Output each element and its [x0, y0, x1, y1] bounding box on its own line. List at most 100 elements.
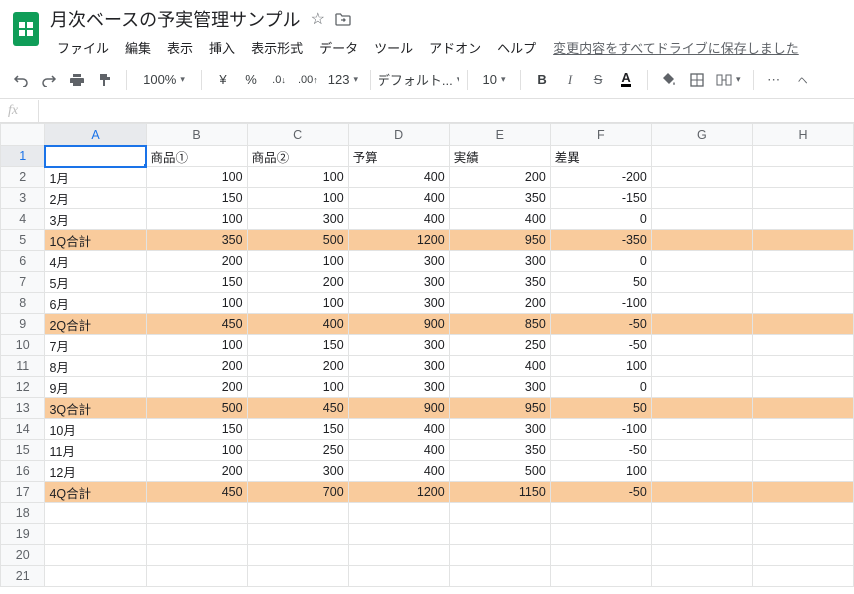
cell-C1[interactable]: 商品② — [247, 146, 348, 167]
cell-B5[interactable]: 350 — [146, 230, 247, 251]
cell-A1[interactable] — [45, 146, 146, 167]
row-header[interactable]: 21 — [1, 566, 45, 587]
cell-A21[interactable] — [45, 566, 146, 587]
collapse-toolbar-icon[interactable]: ヘ — [790, 67, 816, 93]
col-header-E[interactable]: E — [449, 124, 550, 146]
decrease-decimal[interactable]: .0↓ — [266, 67, 292, 93]
menu-addons[interactable]: アドオン — [422, 34, 488, 61]
cell-F13[interactable]: 50 — [550, 398, 651, 419]
cell-B11[interactable]: 200 — [146, 356, 247, 377]
cell-D10[interactable]: 300 — [348, 335, 449, 356]
cell-F14[interactable]: -100 — [550, 419, 651, 440]
cell-B13[interactable]: 500 — [146, 398, 247, 419]
cell-B15[interactable]: 100 — [146, 440, 247, 461]
cell-C16[interactable]: 300 — [247, 461, 348, 482]
cell-G20[interactable] — [651, 545, 752, 566]
cell-D16[interactable]: 400 — [348, 461, 449, 482]
col-header-B[interactable]: B — [146, 124, 247, 146]
cell-A10[interactable]: 7月 — [45, 335, 146, 356]
cell-G17[interactable] — [651, 482, 752, 503]
cell-E5[interactable]: 950 — [449, 230, 550, 251]
cell-G14[interactable] — [651, 419, 752, 440]
doc-title[interactable]: 月次ベースの予実管理サンプル — [50, 6, 301, 32]
cell-F9[interactable]: -50 — [550, 314, 651, 335]
row-header[interactable]: 4 — [1, 209, 45, 230]
cell-G12[interactable] — [651, 377, 752, 398]
cell-D21[interactable] — [348, 566, 449, 587]
print-icon[interactable] — [64, 67, 90, 93]
cell-C10[interactable]: 150 — [247, 335, 348, 356]
col-header-H[interactable]: H — [752, 124, 853, 146]
cell-F19[interactable] — [550, 524, 651, 545]
cell-E3[interactable]: 350 — [449, 188, 550, 209]
cell-B18[interactable] — [146, 503, 247, 524]
cell-H14[interactable] — [752, 419, 853, 440]
cell-H13[interactable] — [752, 398, 853, 419]
cell-D4[interactable]: 400 — [348, 209, 449, 230]
fill-color-button[interactable] — [656, 67, 682, 93]
cell-F6[interactable]: 0 — [550, 251, 651, 272]
cell-A2[interactable]: 1月 — [45, 167, 146, 188]
format-percent[interactable]: % — [238, 67, 264, 93]
cell-H2[interactable] — [752, 167, 853, 188]
cell-F16[interactable]: 100 — [550, 461, 651, 482]
cell-D17[interactable]: 1200 — [348, 482, 449, 503]
cell-A13[interactable]: 3Q合計 — [45, 398, 146, 419]
cell-D18[interactable] — [348, 503, 449, 524]
spreadsheet-grid[interactable]: A B C D E F G H 1商品①商品②予算実績差異21月10010040… — [0, 123, 854, 587]
cell-C18[interactable] — [247, 503, 348, 524]
cell-F18[interactable] — [550, 503, 651, 524]
row-header[interactable]: 15 — [1, 440, 45, 461]
cell-D3[interactable]: 400 — [348, 188, 449, 209]
select-all-corner[interactable] — [1, 124, 45, 146]
cell-B19[interactable] — [146, 524, 247, 545]
cell-E2[interactable]: 200 — [449, 167, 550, 188]
zoom-select[interactable]: 100% — [135, 67, 193, 93]
cell-G2[interactable] — [651, 167, 752, 188]
cell-B7[interactable]: 150 — [146, 272, 247, 293]
cell-B2[interactable]: 100 — [146, 167, 247, 188]
cell-E20[interactable] — [449, 545, 550, 566]
cell-B3[interactable]: 150 — [146, 188, 247, 209]
row-header[interactable]: 19 — [1, 524, 45, 545]
menu-edit[interactable]: 編集 — [118, 34, 158, 61]
cell-B9[interactable]: 450 — [146, 314, 247, 335]
cell-H16[interactable] — [752, 461, 853, 482]
number-format-select[interactable]: 123 — [324, 67, 362, 93]
cell-F10[interactable]: -50 — [550, 335, 651, 356]
menu-help[interactable]: ヘルプ — [490, 34, 543, 61]
cell-G19[interactable] — [651, 524, 752, 545]
cell-A14[interactable]: 10月 — [45, 419, 146, 440]
cell-A12[interactable]: 9月 — [45, 377, 146, 398]
cell-B12[interactable]: 200 — [146, 377, 247, 398]
col-header-D[interactable]: D — [348, 124, 449, 146]
cell-H20[interactable] — [752, 545, 853, 566]
redo-icon[interactable] — [36, 67, 62, 93]
cell-C15[interactable]: 250 — [247, 440, 348, 461]
cell-G16[interactable] — [651, 461, 752, 482]
row-header[interactable]: 6 — [1, 251, 45, 272]
cell-D19[interactable] — [348, 524, 449, 545]
cell-A18[interactable] — [45, 503, 146, 524]
row-header[interactable]: 11 — [1, 356, 45, 377]
cell-B21[interactable] — [146, 566, 247, 587]
cell-C2[interactable]: 100 — [247, 167, 348, 188]
cell-E14[interactable]: 300 — [449, 419, 550, 440]
cell-C6[interactable]: 100 — [247, 251, 348, 272]
cell-E9[interactable]: 850 — [449, 314, 550, 335]
cell-E12[interactable]: 300 — [449, 377, 550, 398]
cell-C5[interactable]: 500 — [247, 230, 348, 251]
cell-H9[interactable] — [752, 314, 853, 335]
row-header[interactable]: 20 — [1, 545, 45, 566]
cell-G15[interactable] — [651, 440, 752, 461]
cell-A8[interactable]: 6月 — [45, 293, 146, 314]
cell-A11[interactable]: 8月 — [45, 356, 146, 377]
cell-G4[interactable] — [651, 209, 752, 230]
star-icon[interactable]: ☆ — [311, 9, 325, 29]
cell-D5[interactable]: 1200 — [348, 230, 449, 251]
cell-A9[interactable]: 2Q合計 — [45, 314, 146, 335]
cell-C17[interactable]: 700 — [247, 482, 348, 503]
cell-H8[interactable] — [752, 293, 853, 314]
move-to-folder-icon[interactable] — [335, 12, 351, 26]
cell-E19[interactable] — [449, 524, 550, 545]
